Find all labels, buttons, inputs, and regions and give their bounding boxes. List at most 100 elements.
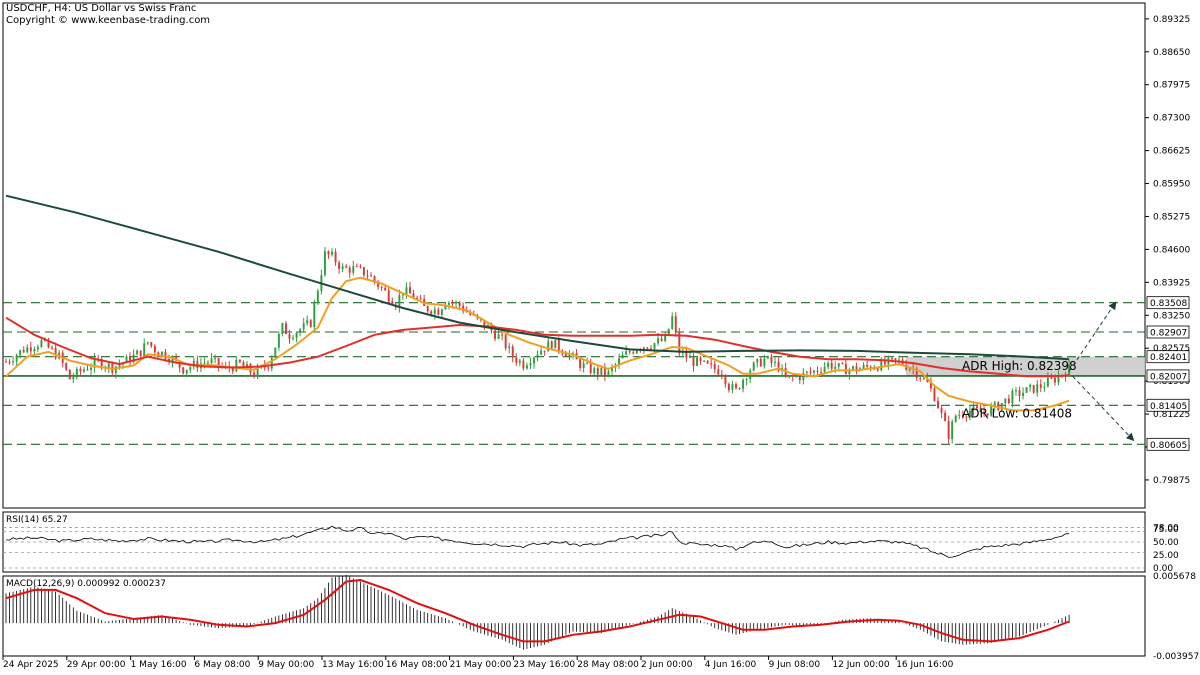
candle-bull xyxy=(696,357,699,366)
candle-bear xyxy=(820,371,823,373)
candle-bull xyxy=(36,346,39,350)
candle-bull xyxy=(72,377,75,380)
candle-bull xyxy=(295,332,298,339)
candle-bear xyxy=(334,251,337,263)
candle-bull xyxy=(160,351,163,356)
candle-bear xyxy=(876,368,879,371)
candle-bull xyxy=(405,287,408,295)
chart-canvas: 0.89325 0.88650 0.87975 0.87300 0.86625 0.859… xyxy=(2,2,1199,670)
adr-low-label: ADR Low: 0.81408 xyxy=(962,407,1072,421)
candle-bull xyxy=(497,334,500,339)
candle-bear xyxy=(355,266,358,268)
candle-bear xyxy=(338,262,341,269)
candle-bear xyxy=(890,358,893,360)
candle-bull xyxy=(749,370,752,380)
x-tick-label: 9 May 00:00 xyxy=(258,660,314,670)
candle-bull xyxy=(1011,390,1014,404)
candle-bull xyxy=(752,362,755,371)
candle-bear xyxy=(674,316,677,332)
candle-bull xyxy=(235,360,238,372)
candle-bear xyxy=(628,351,631,353)
candle-bear xyxy=(8,361,11,363)
candle-bull xyxy=(143,343,146,357)
candle-bear xyxy=(759,358,762,367)
candle-bear xyxy=(182,367,185,374)
candle-bull xyxy=(954,415,957,422)
candle-bull xyxy=(207,363,209,365)
candle-bull xyxy=(341,266,344,269)
candle-bull xyxy=(763,358,766,367)
candle-bear xyxy=(933,388,936,401)
y-tick-label: 0.87300 xyxy=(1153,114,1190,124)
candle-bear xyxy=(249,364,252,373)
candle-bull xyxy=(306,320,309,324)
candle-bear xyxy=(866,364,869,367)
candle-bull xyxy=(274,347,277,358)
candle-bull xyxy=(834,366,837,369)
candle-bear xyxy=(359,266,362,268)
candle-bull xyxy=(703,360,706,362)
candle-bull xyxy=(1022,392,1025,396)
candle-bear xyxy=(253,372,256,377)
candle-bull xyxy=(281,323,284,335)
candle-bear xyxy=(919,377,922,379)
candle-bear xyxy=(345,266,348,268)
candle-bear xyxy=(86,369,89,371)
candle-bear xyxy=(596,368,599,375)
candle-bear xyxy=(51,347,54,349)
candle-bear xyxy=(791,375,794,377)
macd-label: MACD(12,26,9) 0.000992 0.000237 xyxy=(6,579,166,589)
x-tick-label: 16 May 08:00 xyxy=(386,660,448,670)
candle-bull xyxy=(146,342,149,344)
candle-bear xyxy=(706,360,709,364)
candle-bear xyxy=(348,267,351,273)
adr-high-label: ADR High: 0.82398 xyxy=(962,359,1077,373)
y-tick-label: 0.79875 xyxy=(1153,476,1190,486)
rsi-tick-label: 25.00 xyxy=(1153,551,1179,561)
candle-bull xyxy=(19,350,22,356)
candle-bull xyxy=(533,357,535,364)
candle-bear xyxy=(380,286,383,288)
x-tick-label: 21 May 00:00 xyxy=(450,660,512,670)
candle-bull xyxy=(75,368,78,378)
candle-bull xyxy=(582,363,585,369)
y-tick-label: 0.84600 xyxy=(1153,245,1190,255)
rsi-tick-label: 75.00 xyxy=(1153,525,1179,535)
candle-bull xyxy=(33,349,36,352)
x-tick-label: 2 Jun 00:00 xyxy=(641,660,693,670)
candle-bull xyxy=(40,340,43,347)
candle-bull xyxy=(455,302,458,304)
candle-bear xyxy=(1018,390,1021,396)
candle-bear xyxy=(327,251,330,255)
candle-bear xyxy=(720,374,723,376)
candle-bear xyxy=(511,346,514,358)
chart-title: USDCHF, H4: US Dollar vs Swiss Franc xyxy=(6,3,197,14)
candle-bear xyxy=(384,287,387,291)
candle-bull xyxy=(107,363,110,368)
candle-bear xyxy=(894,358,897,361)
x-tick-label: 24 Apr 2025 xyxy=(3,660,59,670)
candle-bear xyxy=(54,347,57,359)
candle-bull xyxy=(12,361,15,363)
candle-bull xyxy=(1025,387,1028,393)
candle-bear xyxy=(809,371,812,373)
candle-bear xyxy=(5,361,7,363)
candle-bear xyxy=(944,412,947,421)
candle-bear xyxy=(692,356,695,366)
price-panel xyxy=(2,2,1146,509)
candle-bear xyxy=(724,375,727,385)
candle-bull xyxy=(1043,386,1046,388)
candle-bull xyxy=(774,361,776,363)
y-tick-label: 0.86625 xyxy=(1153,147,1190,157)
candle-bear xyxy=(1039,384,1042,388)
candle-bear xyxy=(267,367,270,369)
candle-bear xyxy=(660,338,663,341)
candle-bear xyxy=(451,302,454,304)
candle-bull xyxy=(136,350,139,355)
candle-bull xyxy=(1014,390,1017,392)
y-tick-label: 0.89325 xyxy=(1153,15,1190,25)
candle-bear xyxy=(727,384,730,391)
x-tick-label: 4 Jun 16:00 xyxy=(705,660,757,670)
rsi-tick-label: 50.00 xyxy=(1153,538,1179,548)
candle-bull xyxy=(185,369,188,374)
